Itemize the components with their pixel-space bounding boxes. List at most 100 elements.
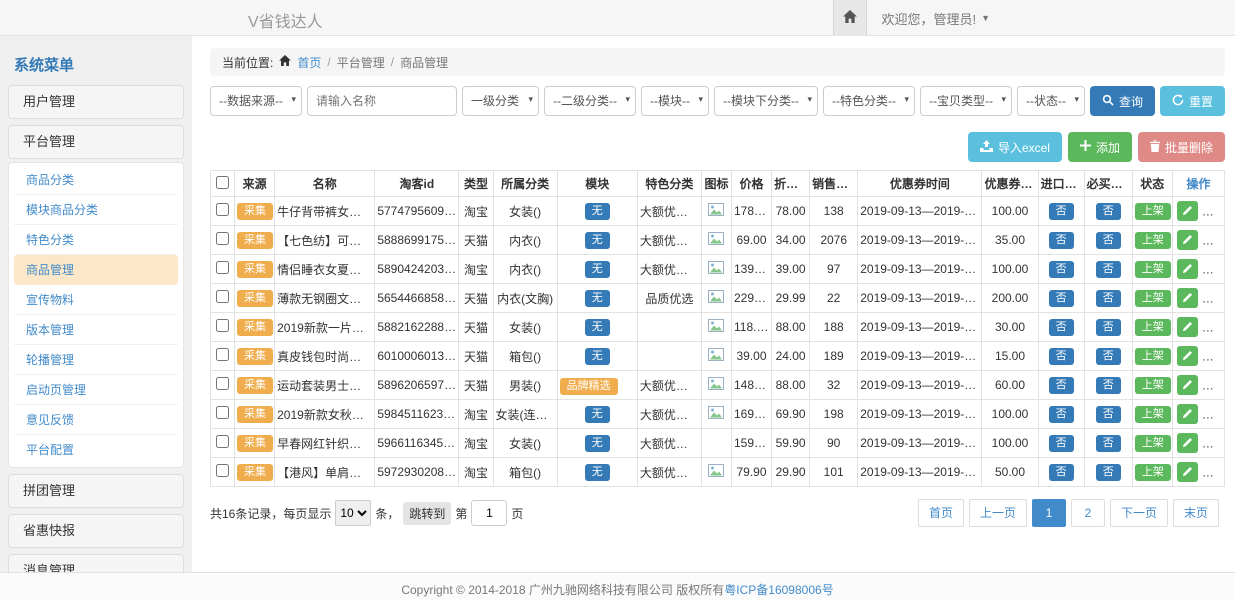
- edit-button[interactable]: [1177, 288, 1198, 308]
- column-header: 价格: [731, 171, 771, 197]
- imported-badge[interactable]: 否: [1049, 261, 1074, 278]
- filter-select-input[interactable]: --宝贝类型--: [920, 86, 1012, 116]
- app-title: V省钱达人: [248, 8, 323, 32]
- sidebar-group-express[interactable]: 省惠快报: [8, 514, 184, 548]
- add-button[interactable]: 添加: [1068, 132, 1132, 162]
- filter-select-input[interactable]: --二级分类--: [544, 86, 636, 116]
- imported-badge[interactable]: 否: [1049, 435, 1074, 452]
- imported-badge[interactable]: 否: [1049, 319, 1074, 336]
- imported-badge[interactable]: 否: [1049, 464, 1074, 481]
- status-badge[interactable]: 上架: [1135, 232, 1171, 249]
- edit-button[interactable]: [1177, 201, 1198, 221]
- edit-button[interactable]: [1177, 230, 1198, 250]
- row-checkbox[interactable]: [216, 377, 229, 390]
- status-badge[interactable]: 上架: [1135, 319, 1171, 336]
- row-checkbox[interactable]: [216, 406, 229, 419]
- filter-select-input[interactable]: --状态--: [1017, 86, 1085, 116]
- sidebar-item[interactable]: 商品管理: [14, 255, 178, 285]
- sidebar-item[interactable]: 意见反馈: [14, 405, 178, 435]
- row-checkbox[interactable]: [216, 319, 229, 332]
- must-buy-badge[interactable]: 否: [1096, 348, 1121, 365]
- imported-badge[interactable]: 否: [1049, 203, 1074, 220]
- must-buy-badge[interactable]: 否: [1096, 435, 1121, 452]
- sidebar-item[interactable]: 平台配置: [14, 435, 178, 465]
- search-button[interactable]: 查询: [1090, 86, 1155, 116]
- row-checkbox[interactable]: [216, 435, 229, 448]
- sidebar-item[interactable]: 宣传物料: [14, 285, 178, 315]
- reset-button[interactable]: 重置: [1160, 86, 1225, 116]
- status-badge[interactable]: 上架: [1135, 377, 1171, 394]
- edit-button[interactable]: [1177, 259, 1198, 279]
- filter-select-input[interactable]: --模块--: [641, 86, 709, 116]
- sales-cell: 138: [810, 197, 858, 226]
- status-badge[interactable]: 上架: [1135, 203, 1171, 220]
- type-cell: 淘宝: [459, 400, 493, 429]
- edit-button[interactable]: [1177, 375, 1198, 395]
- page-button[interactable]: 首页: [918, 499, 964, 527]
- status-badge[interactable]: 上架: [1135, 435, 1171, 452]
- row-checkbox[interactable]: [216, 464, 229, 477]
- must-buy-badge[interactable]: 否: [1096, 261, 1121, 278]
- jump-page-input[interactable]: [471, 500, 507, 526]
- sidebar-group-groupbuy[interactable]: 拼团管理: [8, 474, 184, 508]
- must-buy-badge[interactable]: 否: [1096, 464, 1121, 481]
- sidebar-item[interactable]: 启动页管理: [14, 375, 178, 405]
- user-menu[interactable]: 欢迎您，管理员! ▼: [881, 9, 990, 28]
- sidebar-item[interactable]: 轮播管理: [14, 345, 178, 375]
- per-page-select[interactable]: 10: [335, 500, 371, 526]
- must-buy-badge[interactable]: 否: [1096, 290, 1121, 307]
- filter-select-input[interactable]: --特色分类--: [823, 86, 915, 116]
- imported-badge[interactable]: 否: [1049, 377, 1074, 394]
- sidebar-group-message[interactable]: 消息管理: [8, 554, 184, 572]
- edit-button[interactable]: [1177, 317, 1198, 337]
- status-badge[interactable]: 上架: [1135, 464, 1171, 481]
- must-buy-badge[interactable]: 否: [1096, 406, 1121, 423]
- page-button[interactable]: 2: [1071, 499, 1105, 527]
- row-checkbox[interactable]: [216, 232, 229, 245]
- taoke-id-cell: 589620659791: [375, 371, 459, 400]
- page-button[interactable]: 末页: [1173, 499, 1219, 527]
- page-button[interactable]: 下一页: [1110, 499, 1168, 527]
- edit-button[interactable]: [1177, 433, 1198, 453]
- imported-cell: 否: [1038, 226, 1084, 255]
- status-badge[interactable]: 上架: [1135, 290, 1171, 307]
- row-checkbox[interactable]: [216, 203, 229, 216]
- sidebar-item[interactable]: 模块商品分类: [14, 195, 178, 225]
- row-checkbox[interactable]: [216, 261, 229, 274]
- must-buy-badge[interactable]: 否: [1096, 377, 1121, 394]
- must-buy-badge[interactable]: 否: [1096, 232, 1121, 249]
- breadcrumb-home-link[interactable]: 首页: [297, 54, 321, 71]
- edit-button[interactable]: [1177, 346, 1198, 366]
- status-badge[interactable]: 上架: [1135, 406, 1171, 423]
- edit-button[interactable]: [1177, 462, 1198, 482]
- coupon-amount-cell: 15.00: [982, 342, 1038, 371]
- image-icon: [708, 350, 724, 364]
- home-button[interactable]: [833, 0, 867, 36]
- select-all-checkbox[interactable]: [216, 176, 229, 189]
- filter-select-input[interactable]: 一级分类: [462, 86, 539, 116]
- filter-select-input[interactable]: --模块下分类--: [714, 86, 818, 116]
- sidebar-group-platform[interactable]: 平台管理: [8, 125, 184, 159]
- page-button[interactable]: 1: [1032, 499, 1066, 527]
- sidebar-item[interactable]: 版本管理: [14, 315, 178, 345]
- sidebar-group-users[interactable]: 用户管理: [8, 85, 184, 119]
- sidebar-item[interactable]: 商品分类: [14, 165, 178, 195]
- imported-badge[interactable]: 否: [1049, 406, 1074, 423]
- row-checkbox[interactable]: [216, 290, 229, 303]
- batch-delete-button[interactable]: 批量删除: [1138, 132, 1225, 162]
- import-excel-button[interactable]: 导入excel: [968, 132, 1062, 162]
- imported-badge[interactable]: 否: [1049, 232, 1074, 249]
- edit-button[interactable]: [1177, 404, 1198, 424]
- filter-select-input[interactable]: --数据来源--: [210, 86, 302, 116]
- imported-badge[interactable]: 否: [1049, 290, 1074, 307]
- imported-badge[interactable]: 否: [1049, 348, 1074, 365]
- sidebar-item[interactable]: 特色分类: [14, 225, 178, 255]
- page-button[interactable]: 上一页: [969, 499, 1027, 527]
- name-search-input[interactable]: [307, 86, 457, 116]
- icp-link[interactable]: 粤ICP备16098006号: [724, 583, 833, 597]
- status-badge[interactable]: 上架: [1135, 261, 1171, 278]
- row-checkbox[interactable]: [216, 348, 229, 361]
- must-buy-badge[interactable]: 否: [1096, 319, 1121, 336]
- must-buy-badge[interactable]: 否: [1096, 203, 1121, 220]
- status-badge[interactable]: 上架: [1135, 348, 1171, 365]
